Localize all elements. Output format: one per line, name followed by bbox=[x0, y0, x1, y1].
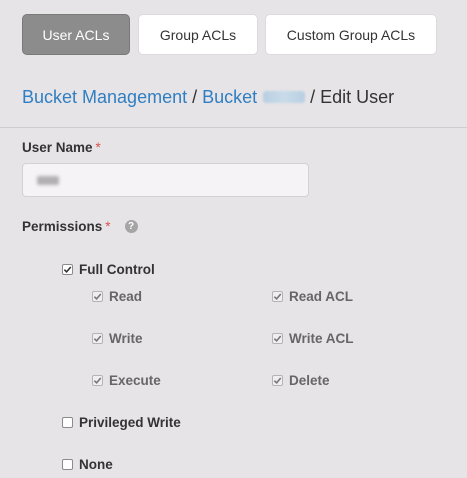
username-label: User Name * bbox=[22, 140, 101, 155]
breadcrumb-separator: / bbox=[192, 87, 198, 107]
permission-none[interactable]: None bbox=[62, 457, 113, 472]
header-divider bbox=[0, 127, 467, 128]
permissions-label-text: Permissions bbox=[22, 219, 103, 234]
edit-user-acl-page: User ACLs Group ACLs Custom Group ACLs B… bbox=[0, 0, 467, 478]
permission-full-control[interactable]: Full Control bbox=[62, 262, 155, 277]
none-label: None bbox=[79, 457, 113, 472]
permission-write-acl[interactable]: Write ACL bbox=[272, 331, 354, 346]
breadcrumb-bucket-label: Bucket bbox=[202, 87, 258, 107]
redacted-username bbox=[37, 176, 59, 185]
breadcrumb-separator: / bbox=[310, 87, 316, 107]
checkbox-unchecked-icon[interactable] bbox=[62, 417, 73, 428]
tab-group-acls[interactable]: Group ACLs bbox=[138, 14, 258, 55]
privileged-write-label: Privileged Write bbox=[79, 415, 181, 430]
tab-custom-group-acls[interactable]: Custom Group ACLs bbox=[265, 14, 437, 55]
required-marker: * bbox=[95, 140, 101, 155]
checkbox-checked-icon[interactable] bbox=[92, 333, 103, 344]
username-field[interactable] bbox=[22, 163, 309, 197]
checkbox-unchecked-icon[interactable] bbox=[62, 459, 73, 470]
permissions-label: Permissions * ? bbox=[22, 219, 138, 234]
write-label: Write bbox=[109, 331, 143, 346]
redacted-bucket-name bbox=[263, 91, 306, 103]
write-acl-label: Write ACL bbox=[289, 331, 354, 346]
checkbox-checked-icon[interactable] bbox=[92, 291, 103, 302]
tab-user-acls[interactable]: User ACLs bbox=[22, 14, 130, 55]
username-label-text: User Name bbox=[22, 140, 93, 155]
permission-execute[interactable]: Execute bbox=[92, 373, 161, 388]
delete-label: Delete bbox=[289, 373, 330, 388]
checkbox-checked-icon[interactable] bbox=[62, 264, 73, 275]
breadcrumb: Bucket Management / Bucket / Edit User bbox=[22, 87, 394, 108]
checkbox-checked-icon[interactable] bbox=[272, 333, 283, 344]
breadcrumb-current-page: Edit User bbox=[320, 87, 395, 107]
breadcrumb-bucket-management[interactable]: Bucket Management bbox=[22, 87, 187, 108]
permission-delete[interactable]: Delete bbox=[272, 373, 330, 388]
permission-write[interactable]: Write bbox=[92, 331, 143, 346]
permission-read-acl[interactable]: Read ACL bbox=[272, 289, 353, 304]
full-control-label: Full Control bbox=[79, 262, 155, 277]
permission-privileged-write[interactable]: Privileged Write bbox=[62, 415, 181, 430]
checkbox-checked-icon[interactable] bbox=[272, 291, 283, 302]
checkbox-checked-icon[interactable] bbox=[272, 375, 283, 386]
breadcrumb-bucket[interactable]: Bucket bbox=[202, 87, 306, 108]
read-label: Read bbox=[109, 289, 143, 304]
checkbox-checked-icon[interactable] bbox=[92, 375, 103, 386]
required-marker: * bbox=[105, 219, 111, 234]
read-acl-label: Read ACL bbox=[289, 289, 354, 304]
execute-label: Execute bbox=[109, 373, 161, 388]
permission-read[interactable]: Read bbox=[92, 289, 142, 304]
help-icon[interactable]: ? bbox=[124, 220, 138, 233]
